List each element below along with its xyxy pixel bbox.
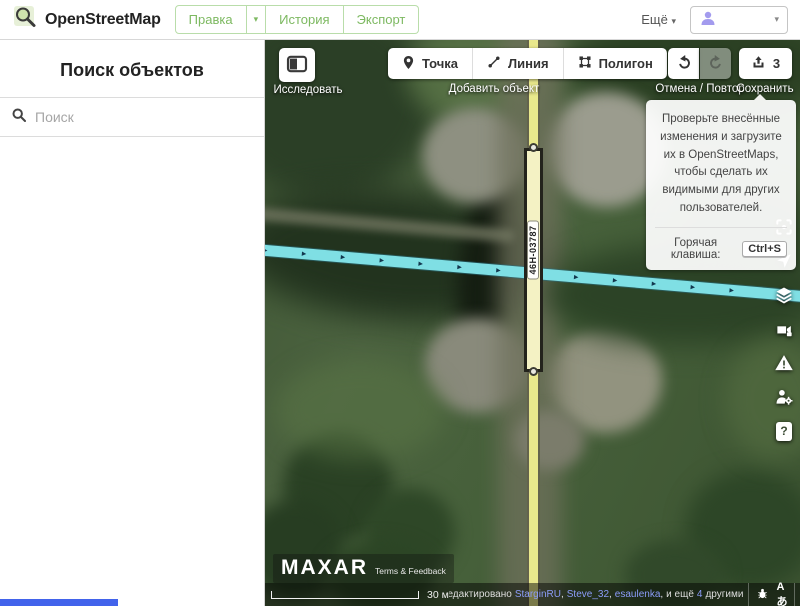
osm-logo-icon — [12, 4, 38, 35]
save-tooltip-text: Проверьте внесённые изменения и загрузит… — [655, 111, 787, 218]
undo-icon — [675, 53, 693, 74]
contributors-more-count[interactable]: 4 — [697, 589, 703, 600]
search-input[interactable] — [35, 109, 252, 125]
add-object-label: Добавить объект — [388, 83, 600, 95]
contributors-prefix: Отредактировано — [449, 589, 512, 600]
sidebar-title: Поиск объектов — [0, 40, 264, 97]
add-object-group: Точка Линия — [388, 48, 667, 79]
upload-save-icon — [751, 55, 766, 73]
satellite-texture — [515, 410, 585, 470]
navbar-right: Ещё ▾ ▾ — [641, 6, 788, 34]
history-button[interactable]: История — [266, 5, 343, 34]
edit-button[interactable]: Правка — [175, 5, 247, 34]
hotkey-row: Горячая клавиша: Ctrl+S — [655, 227, 787, 261]
locale-switcher-icon[interactable]: Aあ — [776, 581, 787, 606]
top-navbar: OpenStreetMap Правка ▾ История Экспорт Е… — [0, 0, 800, 40]
layers-icon[interactable] — [773, 284, 795, 306]
chevron-down-icon: ▾ — [774, 14, 779, 25]
hotkey-kbd: Ctrl+S — [742, 241, 787, 257]
add-point-button[interactable]: Точка — [388, 48, 472, 79]
satellite-texture — [275, 360, 445, 460]
user-avatar-icon — [699, 9, 717, 30]
search-sidebar: Поиск объектов — [0, 40, 265, 606]
preferences-user-gear-icon[interactable] — [773, 386, 795, 408]
contributors-more-post: другими — [705, 589, 743, 600]
map-canvas[interactable]: 46Н-03787 Исследовать Точка — [265, 40, 800, 606]
add-point-label: Точка — [422, 56, 458, 71]
redo-button-disabled — [700, 48, 731, 79]
polygon-icon — [578, 55, 592, 72]
chevron-down-icon: ▾ — [254, 14, 259, 24]
brand[interactable]: OpenStreetMap — [12, 4, 161, 35]
save-tooltip: Проверьте внесённые изменения и загрузит… — [646, 100, 796, 270]
edit-dropdown-caret[interactable]: ▾ — [247, 5, 267, 34]
export-button[interactable]: Экспорт — [344, 5, 420, 34]
add-line-button[interactable]: Линия — [472, 48, 563, 79]
add-polygon-label: Полигон — [599, 56, 653, 71]
map-pin-icon — [402, 55, 415, 73]
redo-icon — [707, 53, 725, 74]
sidebar-toggle-icon — [286, 55, 308, 76]
way-vertex[interactable] — [529, 143, 538, 152]
osm-id-editor: OpenStreetMap Правка ▾ История Экспорт Е… — [0, 0, 800, 606]
add-polygon-button[interactable]: Полигон — [563, 48, 667, 79]
undo-button[interactable] — [668, 48, 699, 79]
terms-feedback-link[interactable]: Terms & Feedback — [375, 566, 446, 576]
more-menu[interactable]: Ещё ▾ — [641, 12, 676, 27]
footer-link-strip — [0, 599, 118, 606]
imagery-attribution: MAXAR Terms & Feedback — [273, 554, 454, 583]
contributor-link[interactable]: Steve_32 — [567, 589, 612, 600]
save-count-badge: 3 — [773, 56, 780, 71]
user-menu-button[interactable]: ▾ — [690, 6, 788, 34]
help-icon[interactable]: ? — [773, 420, 795, 442]
road-ref-label: 46Н-03787 — [527, 220, 539, 279]
brand-title: OpenStreetMap — [45, 11, 161, 29]
add-line-label: Линия — [508, 56, 549, 71]
contributors-more-pre: и ещё — [666, 589, 694, 600]
status-icon-group: Aあ — [748, 583, 795, 606]
contributor-link[interactable]: StarginRU — [515, 589, 564, 600]
report-bug-icon[interactable] — [756, 587, 769, 603]
line-segment-icon — [487, 55, 501, 72]
issues-warning-icon[interactable] — [773, 352, 795, 374]
nav-button-group: Правка ▾ История Экспорт — [175, 5, 420, 34]
map-status-bar: 30 м Отредактировано StarginRU Steve_32 … — [265, 583, 800, 606]
maxar-logo: MAXAR — [281, 556, 368, 580]
scale-bar — [271, 591, 419, 599]
save-button[interactable]: 3 — [739, 48, 792, 79]
hotkey-label: Горячая клавиша: — [655, 237, 736, 261]
contributors: Отредактировано StarginRU Steve_32 esaul… — [449, 589, 747, 600]
scale-label: 30 м — [427, 589, 449, 601]
contributor-link[interactable]: esaulenka — [615, 589, 663, 600]
photo-overlays-icon[interactable] — [773, 318, 795, 340]
search-icon — [12, 108, 26, 127]
way-vertex[interactable] — [529, 367, 538, 376]
explore-mode-button[interactable] — [279, 48, 315, 82]
chevron-down-icon: ▾ — [671, 16, 676, 26]
more-label: Ещё — [641, 12, 668, 27]
explore-label: Исследовать — [265, 84, 351, 96]
search-bar — [0, 97, 264, 137]
help-question-glyph: ? — [776, 422, 792, 441]
